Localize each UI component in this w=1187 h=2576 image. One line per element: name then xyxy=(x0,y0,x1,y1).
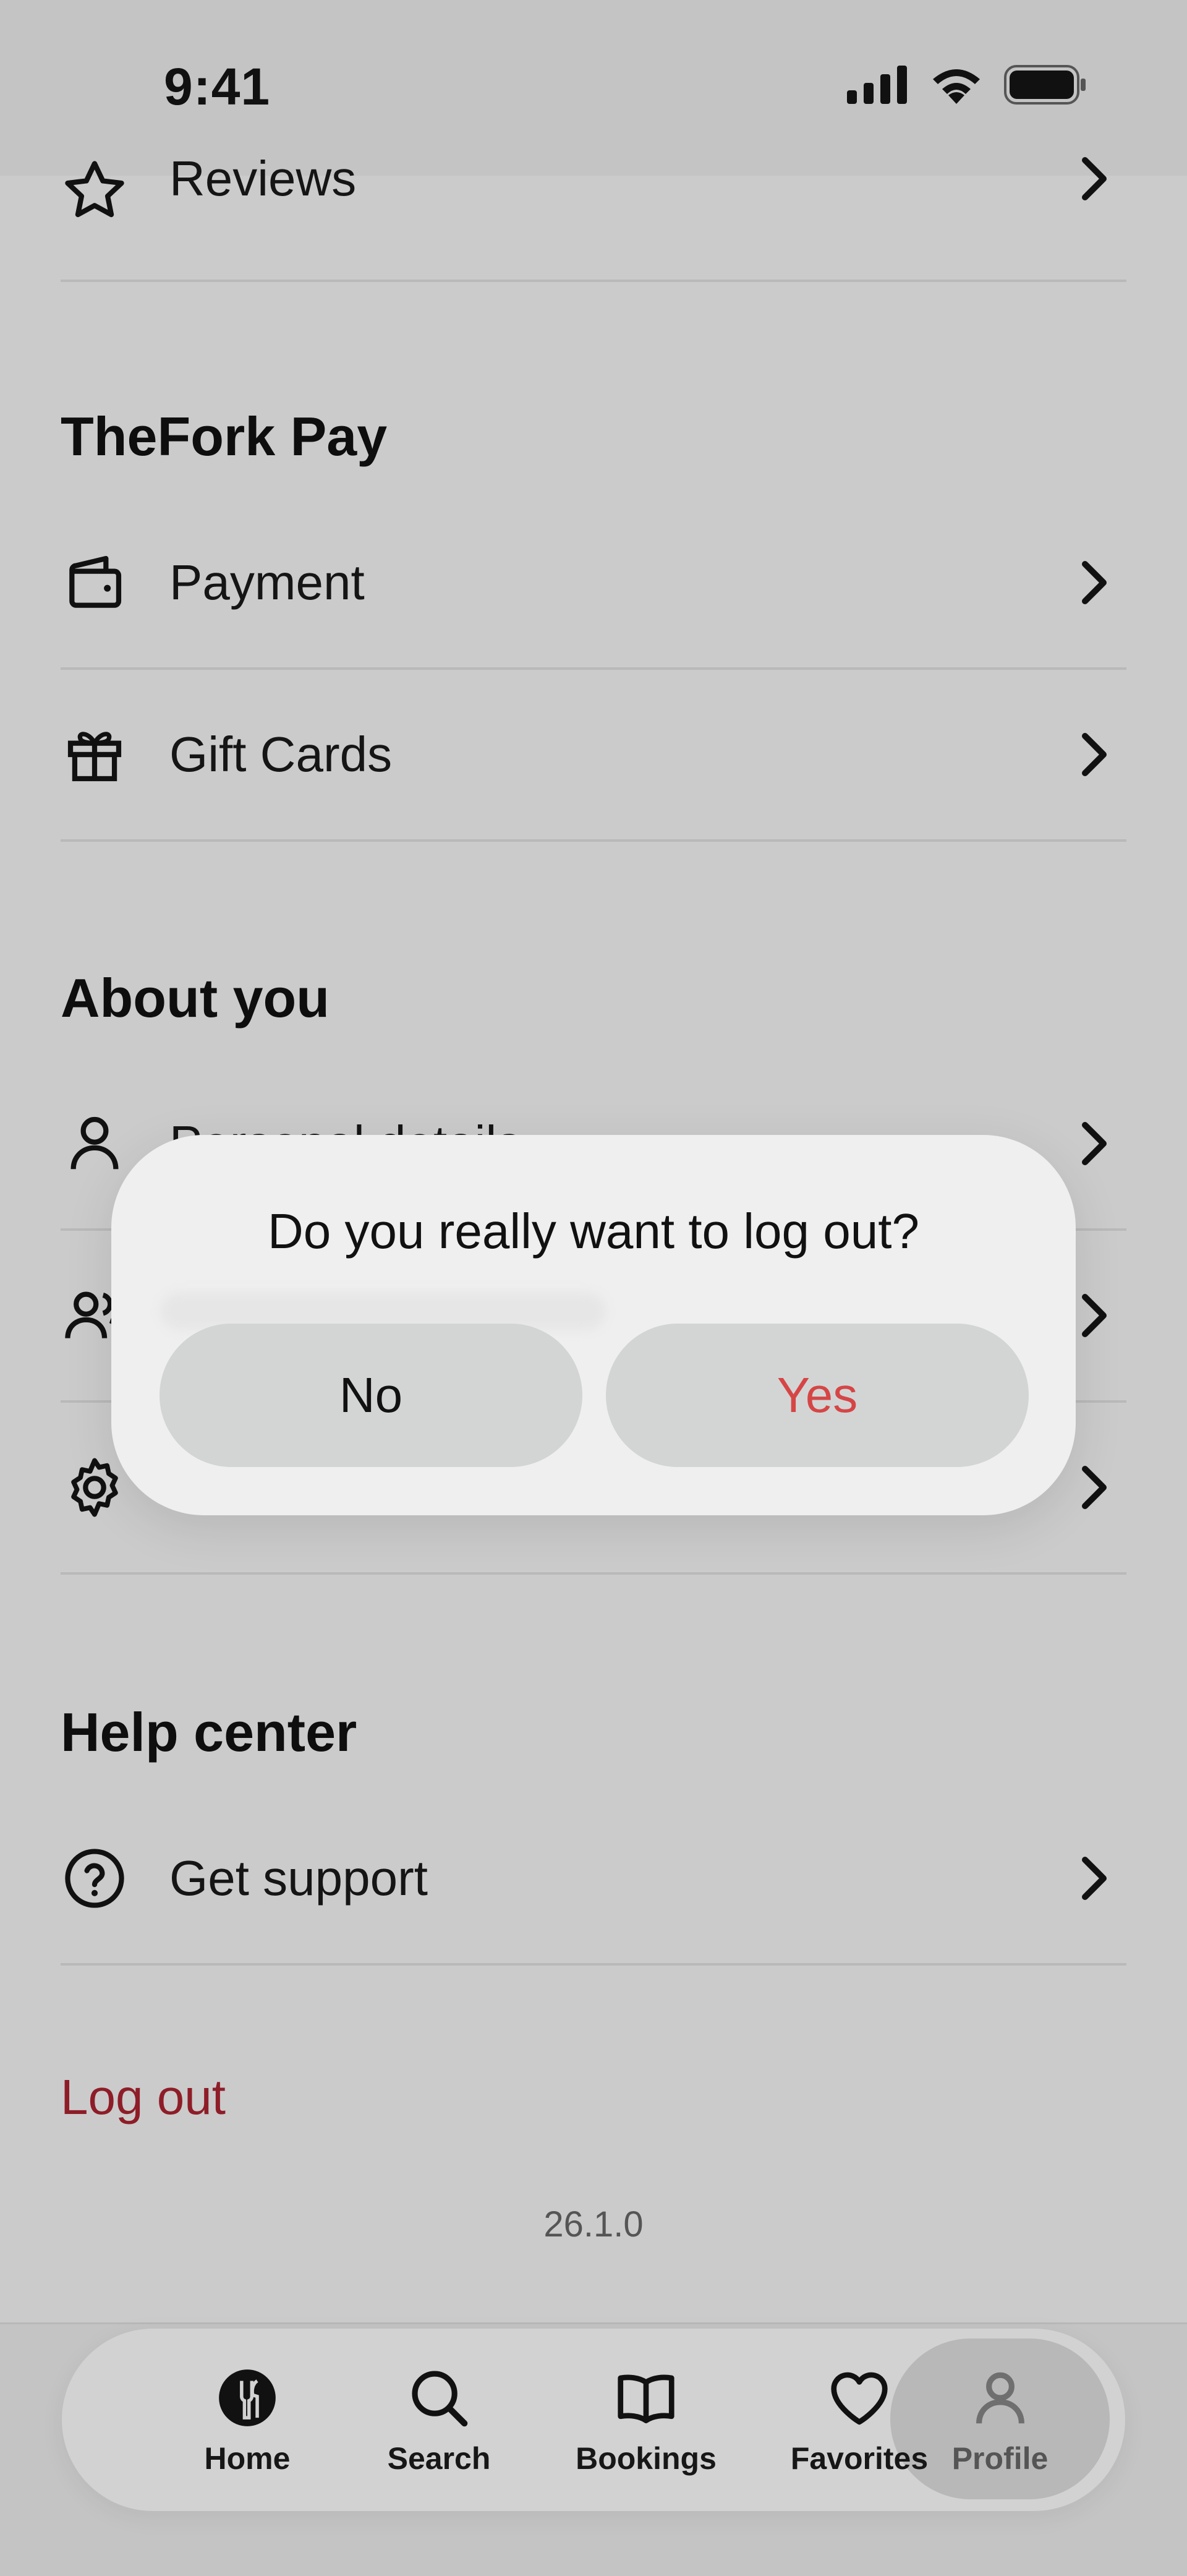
tab-label: Bookings xyxy=(576,2441,717,2476)
signal-icon xyxy=(847,66,907,104)
profile-icon xyxy=(976,2372,1024,2424)
section-title-help-center: Help center xyxy=(61,1701,357,1763)
row-label: Payment xyxy=(169,555,365,610)
chevron-right-icon xyxy=(1082,1466,1107,1509)
person-icon xyxy=(70,1116,119,1170)
chevron-right-icon xyxy=(1082,1294,1107,1337)
gift-icon xyxy=(67,732,122,782)
tab-search[interactable]: Search xyxy=(334,2329,544,2511)
row-label: Gift Cards xyxy=(169,727,393,782)
chevron-right-icon xyxy=(1082,561,1107,604)
status-icons xyxy=(847,65,1088,105)
row-label: Reviews xyxy=(169,151,357,207)
row-label: Get support xyxy=(169,1851,428,1906)
bottom-tab-bar: Home Search Bookings Favorites Profile xyxy=(62,2329,1125,2511)
book-icon xyxy=(618,2374,674,2423)
section-title-thefork-pay: TheFork Pay xyxy=(61,406,388,467)
row-gift-cards[interactable]: Gift Cards xyxy=(61,670,1126,842)
chevron-right-icon xyxy=(1082,1857,1107,1900)
dialog-title: Do you really want to log out? xyxy=(268,1204,919,1259)
logout-confirm-dialog: Do you really want to log out? No Yes xyxy=(111,1135,1076,1515)
logout-link[interactable]: Log out xyxy=(61,2069,226,2126)
tab-profile[interactable]: Profile xyxy=(893,2329,1107,2511)
question-icon xyxy=(65,1849,124,1908)
tab-label: Home xyxy=(204,2441,291,2476)
chevron-right-icon xyxy=(1082,1122,1107,1165)
heart-icon xyxy=(831,2372,888,2424)
row-get-support[interactable]: Get support xyxy=(61,1794,1126,1966)
star-icon xyxy=(65,161,124,218)
search-icon xyxy=(412,2370,468,2426)
row-reviews[interactable]: Reviews xyxy=(61,109,1126,282)
battery-icon xyxy=(1004,65,1086,105)
no-button[interactable]: No xyxy=(160,1324,582,1467)
row-payment[interactable]: Payment xyxy=(61,498,1126,670)
tab-label: Search xyxy=(387,2441,491,2476)
section-title-about-you: About you xyxy=(61,967,330,1029)
wallet-icon xyxy=(69,555,122,608)
chevron-right-icon xyxy=(1082,733,1107,776)
status-time: 9:41 xyxy=(164,58,271,116)
wifi-icon xyxy=(933,69,980,104)
tab-home[interactable]: Home xyxy=(142,2329,352,2511)
app-version: 26.1.0 xyxy=(543,2204,644,2244)
fork-icon xyxy=(219,2369,276,2426)
chevron-right-icon xyxy=(1082,157,1107,201)
tab-label: Profile xyxy=(951,2441,1049,2476)
tab-bookings[interactable]: Bookings xyxy=(541,2329,751,2511)
yes-button[interactable]: Yes xyxy=(606,1324,1029,1467)
gear-icon xyxy=(71,1458,118,1517)
